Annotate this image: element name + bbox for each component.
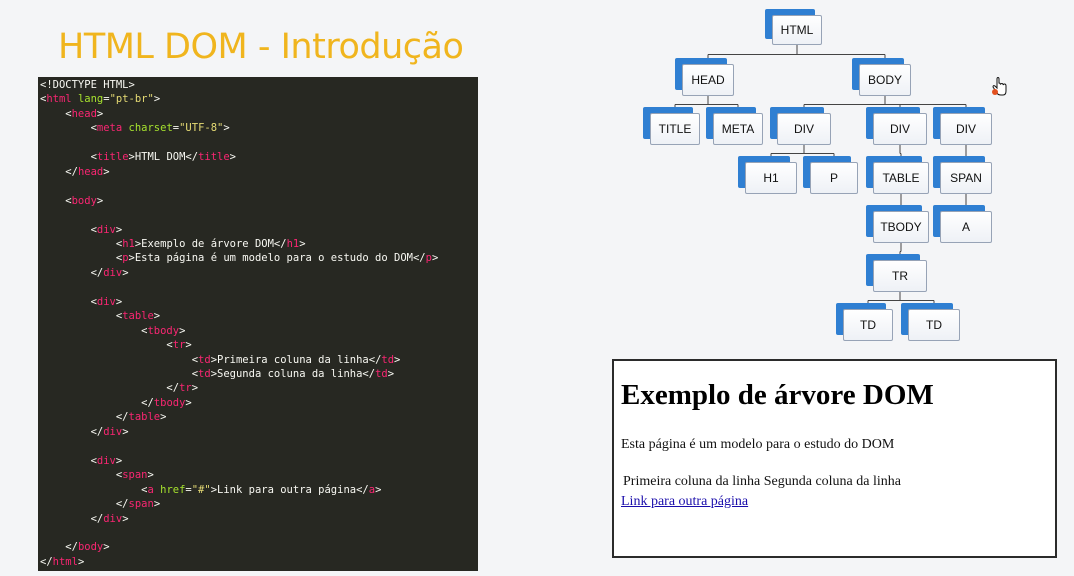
code-line: </body> — [40, 540, 110, 554]
code-token: > — [147, 469, 154, 482]
code-token: </ — [40, 396, 154, 409]
code-token: href — [153, 483, 186, 496]
tree-node-head: HEAD — [675, 58, 734, 96]
tree-node-div1: DIV — [770, 107, 831, 145]
preview-paragraph: Esta página é um modelo para o estudo do… — [621, 437, 895, 452]
code-token: > — [394, 353, 401, 366]
code-token: >Link para outra página</ — [210, 483, 369, 496]
code-token: > — [160, 411, 167, 424]
code-token: span — [128, 498, 154, 511]
code-line: </span> — [40, 497, 160, 511]
code-line: </table> — [40, 410, 167, 424]
code-token: table — [128, 411, 161, 424]
code-token: td — [375, 368, 388, 380]
tree-node-label: TBODY — [873, 211, 929, 243]
code-token: >Segunda coluna da linha</ — [210, 368, 376, 380]
code-token: "#" — [191, 483, 211, 496]
tree-node-td2: TD — [901, 303, 960, 341]
preview-table-row: Primeira coluna da linha Segunda coluna … — [623, 474, 901, 489]
code-token: </ — [40, 425, 104, 438]
code-line: </div> — [40, 512, 129, 526]
tree-node-h1: H1 — [738, 156, 797, 194]
tree-node-tbody: TBODY — [866, 205, 929, 243]
code-token: > — [103, 541, 110, 554]
code-token: < — [40, 353, 199, 366]
code-token: </ — [40, 411, 129, 424]
code-line: </html> — [40, 555, 84, 569]
code-token: >Primeira coluna da linha</ — [210, 353, 382, 366]
code-token: < — [40, 483, 148, 496]
code-token: > — [122, 425, 129, 438]
code-token: > — [191, 382, 199, 395]
code-line: </tbody> — [40, 396, 192, 410]
code-token: < — [40, 368, 199, 380]
code-token: html — [52, 555, 78, 568]
tree-node-label: TITLE — [650, 113, 700, 145]
browser-preview: Exemplo de árvore DOM Esta página é um m… — [612, 359, 1057, 558]
code-token: < — [40, 454, 97, 467]
code-token: > — [153, 498, 161, 511]
hand-pointer-icon — [992, 77, 1007, 96]
tree-node-div3: DIV — [933, 107, 992, 145]
code-token: > — [375, 483, 382, 496]
code-line: <td>Primeira coluna da linha</td> — [40, 353, 401, 367]
code-line: </div> — [40, 425, 129, 439]
tree-node-div2: DIV — [866, 107, 927, 145]
code-token: span — [122, 469, 148, 482]
code-line: </tr> — [40, 381, 198, 395]
tree-node-label: BODY — [859, 64, 911, 96]
tree-node-html: HTML — [765, 9, 822, 45]
tree-node-label: DIV — [940, 113, 992, 145]
code-token: > — [77, 555, 85, 568]
code-line: <div> — [40, 454, 123, 468]
code-token: div — [103, 425, 123, 438]
tree-node-meta: META — [706, 107, 763, 145]
tree-node-span: SPAN — [933, 156, 992, 194]
code-token: </ — [40, 541, 78, 554]
preview-link[interactable]: Link para outra página — [621, 494, 748, 510]
tree-node-label: TD — [908, 309, 960, 341]
tree-node-p: P — [803, 156, 858, 194]
tree-node-label: TD — [843, 309, 893, 341]
tree-node-label: H1 — [745, 162, 797, 194]
code-line: <td>Segunda coluna da linha</td> — [40, 367, 394, 381]
code-token: td — [198, 353, 211, 366]
tree-node-label: SPAN — [940, 162, 992, 194]
tree-node-a: A — [933, 205, 992, 243]
tree-node-label: P — [810, 162, 858, 194]
code-token: body — [77, 541, 104, 554]
tree-node-title: TITLE — [643, 107, 700, 145]
tree-node-label: META — [713, 113, 763, 145]
code-token: > — [122, 512, 129, 525]
code-token: > — [387, 368, 395, 380]
preview-heading: Exemplo de árvore DOM — [621, 379, 934, 411]
code-token: td — [198, 368, 211, 380]
tree-node-body: BODY — [852, 58, 911, 96]
tree-node-table: TABLE — [866, 156, 929, 194]
code-token: tbody — [153, 396, 186, 409]
tree-node-label: HTML — [772, 15, 822, 45]
code-token: </ — [40, 555, 53, 568]
code-token: > — [185, 396, 192, 409]
code-token: tr — [179, 382, 192, 395]
code-token: td — [381, 353, 395, 366]
tree-node-label: A — [940, 211, 992, 243]
tree-node-label: TR — [873, 260, 927, 292]
code-token: div — [96, 454, 116, 467]
code-token: </ — [40, 498, 129, 511]
code-token: div — [103, 512, 123, 525]
code-token: < — [40, 469, 123, 482]
tree-node-td1: TD — [836, 303, 893, 341]
code-token: > — [115, 454, 123, 467]
code-token: </ — [40, 382, 180, 395]
tree-node-label: TABLE — [873, 162, 929, 194]
code-line: <a href="#">Link para outra página</a> — [40, 483, 381, 497]
tree-node-label: DIV — [873, 113, 927, 145]
tree-node-tr: TR — [866, 254, 927, 292]
tree-node-label: HEAD — [682, 64, 734, 96]
tree-node-label: DIV — [777, 113, 831, 145]
code-token: </ — [40, 512, 104, 525]
code-line: <span> — [40, 468, 154, 482]
